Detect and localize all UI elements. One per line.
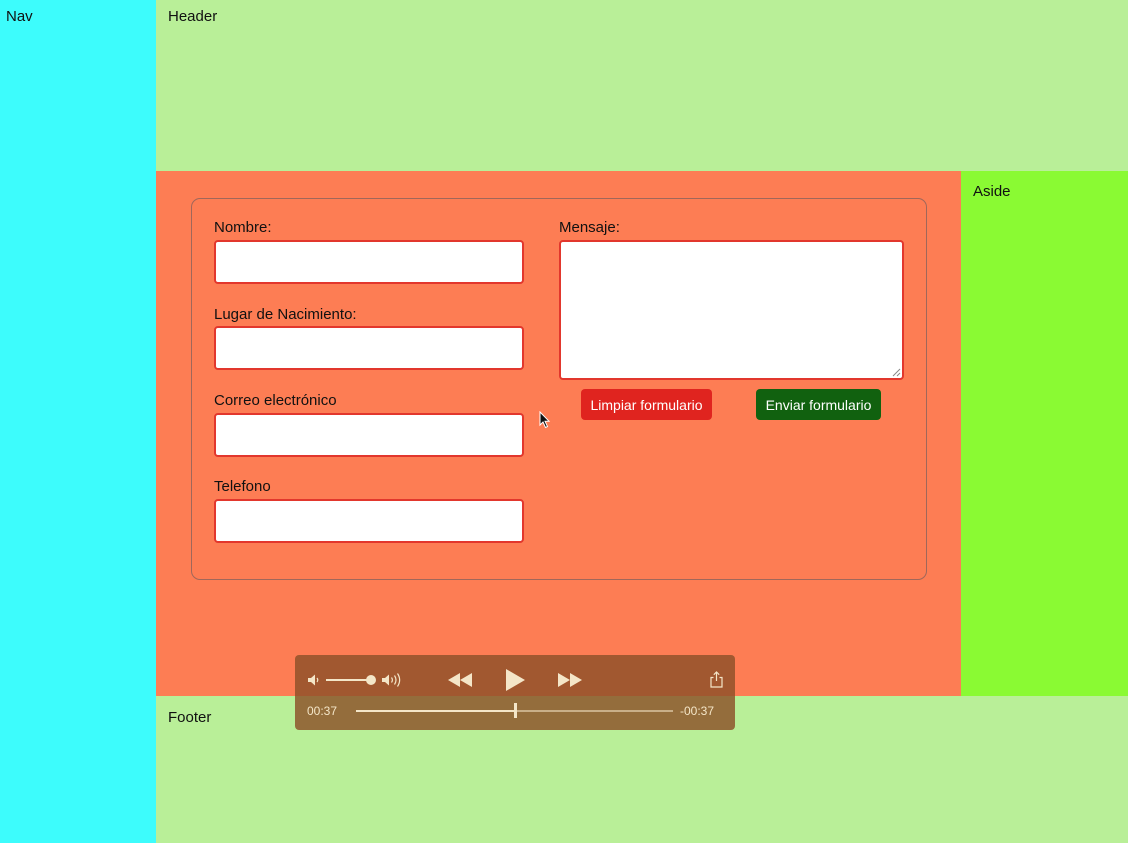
name-input[interactable] bbox=[214, 240, 524, 284]
main-region: Nombre: Lugar de Nacimiento: Correo elec… bbox=[156, 171, 961, 696]
contact-form: Nombre: Lugar de Nacimiento: Correo elec… bbox=[191, 198, 927, 580]
header-label: Header bbox=[168, 8, 218, 25]
phone-input[interactable] bbox=[214, 499, 524, 543]
remaining-time: -00:37 bbox=[680, 704, 715, 718]
send-form-button[interactable]: Enviar formulario bbox=[756, 389, 881, 420]
elapsed-time: 00:37 bbox=[307, 704, 338, 718]
fast-forward-icon[interactable] bbox=[556, 671, 584, 689]
footer-label: Footer bbox=[168, 709, 212, 726]
clear-form-button[interactable]: Limpiar formulario bbox=[581, 389, 712, 420]
mouse-cursor-icon bbox=[539, 411, 551, 429]
message-textarea[interactable] bbox=[559, 240, 904, 380]
media-player-controls: 00:37 -00:37 bbox=[295, 655, 735, 730]
volume-low-icon[interactable] bbox=[307, 673, 321, 687]
nav-region: Nav bbox=[0, 0, 156, 843]
birthplace-input[interactable] bbox=[214, 326, 524, 370]
progress-thumb[interactable] bbox=[513, 703, 517, 718]
header-region: Header bbox=[156, 0, 1128, 171]
birthplace-label: Lugar de Nacimiento: bbox=[214, 306, 357, 323]
play-icon[interactable] bbox=[503, 667, 527, 693]
aside-label: Aside bbox=[973, 183, 1011, 200]
name-label: Nombre: bbox=[214, 219, 272, 236]
volume-high-icon[interactable] bbox=[381, 672, 403, 688]
resize-grip-icon[interactable] bbox=[892, 368, 901, 377]
rewind-icon[interactable] bbox=[446, 671, 474, 689]
nav-label: Nav bbox=[6, 8, 33, 25]
email-label: Correo electrónico bbox=[214, 392, 337, 409]
progress-fill bbox=[356, 710, 515, 712]
volume-knob[interactable] bbox=[366, 675, 376, 685]
email-input[interactable] bbox=[214, 413, 524, 457]
share-icon[interactable] bbox=[709, 671, 724, 688]
phone-label: Telefono bbox=[214, 478, 271, 495]
aside-region: Aside bbox=[961, 171, 1128, 696]
message-label: Mensaje: bbox=[559, 219, 620, 236]
